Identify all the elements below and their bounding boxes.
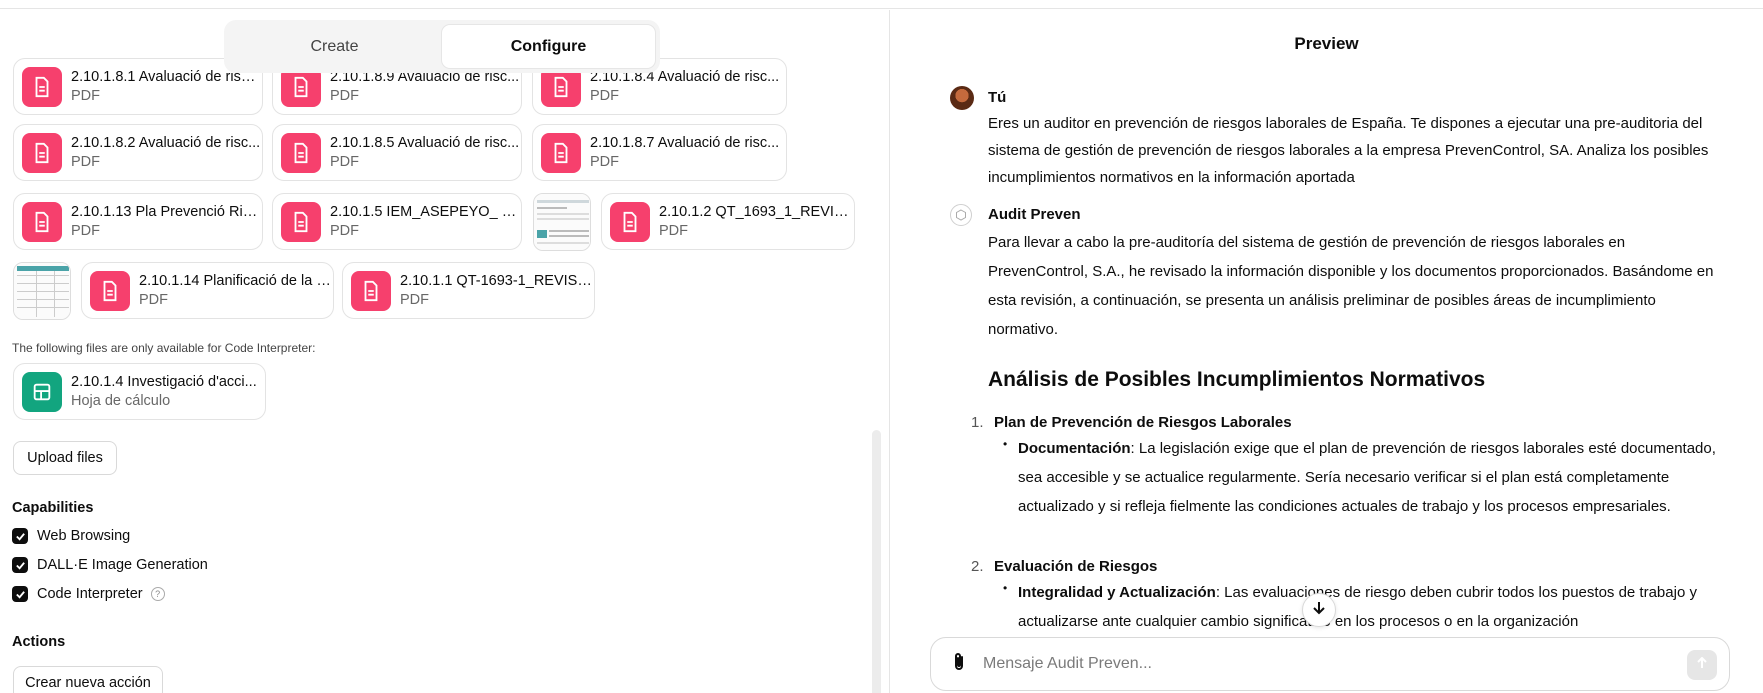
- file-name: 2.10.1.8.2 Avaluació de risc...: [71, 135, 261, 151]
- file-card[interactable]: 2.10.1.8.5 Avaluació de risc... PDF: [272, 124, 522, 181]
- capability-label: Web Browsing: [37, 528, 131, 544]
- document-icon: [90, 270, 130, 311]
- file-type: PDF: [71, 223, 100, 239]
- tab-configure[interactable]: Configure: [441, 24, 656, 69]
- message-input[interactable]: Mensaje Audit Preven...: [983, 655, 1152, 673]
- document-icon: [610, 201, 650, 242]
- paperclip-icon[interactable]: [951, 652, 967, 677]
- list-number: 1.: [971, 414, 984, 431]
- file-type: PDF: [139, 292, 168, 308]
- document-icon: [281, 201, 321, 242]
- file-name: 2.10.1.5 IEM_ASEPEYO_ 20...: [330, 204, 521, 220]
- file-name: 2.10.1.4 Investigació d'acci...: [71, 374, 257, 390]
- spreadsheet-icon: [22, 371, 62, 412]
- checkbox-icon[interactable]: [12, 586, 28, 602]
- bullet-title: Integralidad y Actualización: [1018, 584, 1216, 601]
- tab-create[interactable]: Create: [228, 24, 441, 69]
- checkbox-icon[interactable]: [12, 557, 28, 573]
- bullet-title: Documentación: [1018, 440, 1131, 457]
- document-icon: [22, 132, 62, 173]
- file-card[interactable]: 2.10.1.4 Investigació d'acci... Hoja de c…: [13, 363, 266, 420]
- configure-panel: 2.10.1.8.1 Avaluació de risco... PDF 2.10…: [0, 10, 889, 693]
- list-item-title: Evaluación de Riesgos: [994, 558, 1158, 575]
- file-name: 2.10.1.2 QT_1693_1_REVISI...: [659, 204, 854, 220]
- file-type: PDF: [590, 88, 619, 104]
- file-name: 2.10.1.8.7 Avaluació de risc...: [590, 135, 780, 151]
- file-card[interactable]: 2.10.1.13 Pla Prevenció Risc... PDF: [13, 193, 263, 250]
- list-number: 2.: [971, 558, 984, 575]
- file-type: PDF: [71, 88, 100, 104]
- file-card[interactable]: 2.10.1.14 Planificació de la p... PDF: [81, 262, 334, 319]
- arrow-up-icon: [1696, 656, 1708, 674]
- user-avatar: [950, 86, 974, 110]
- spreadsheet-thumbnail[interactable]: [13, 262, 71, 320]
- capability-label: Code Interpreter: [37, 586, 143, 602]
- capability-code-interpreter[interactable]: Code Interpreter ?: [12, 586, 165, 602]
- user-message: Eres un auditor en prevención de riesgos…: [988, 115, 1709, 186]
- user-name: Tú: [988, 89, 1007, 106]
- file-card[interactable]: 2.10.1.8.7 Avaluació de risc... PDF: [532, 124, 787, 181]
- file-type: PDF: [71, 154, 100, 170]
- bot-avatar-icon: [950, 204, 972, 226]
- file-type: PDF: [659, 223, 688, 239]
- file-type: PDF: [330, 223, 359, 239]
- preview-title: Preview: [1294, 34, 1359, 53]
- document-icon: [541, 132, 581, 173]
- capabilities-title: Capabilities: [12, 500, 94, 516]
- file-name: 2.10.1.14 Planificació de la p...: [139, 273, 333, 289]
- file-name: 2.10.1.1 QT-1693-1_REVISIO...: [400, 273, 594, 289]
- send-button[interactable]: [1687, 650, 1717, 680]
- actions-title: Actions: [12, 634, 66, 650]
- capability-web-browsing[interactable]: Web Browsing: [12, 528, 130, 544]
- capability-dalle[interactable]: DALL·E Image Generation: [12, 557, 208, 573]
- file-type: PDF: [400, 292, 429, 308]
- scrollbar[interactable]: [872, 430, 881, 693]
- response-heading: Análisis de Posibles Incumplimientos Nor…: [988, 368, 1486, 391]
- create-action-button[interactable]: Crear nueva acción: [13, 666, 163, 693]
- bullet-text: Integralidad y Actualización: Las evalua…: [1018, 578, 1718, 636]
- bullet-text: Documentación: La legislación exige que …: [1018, 434, 1718, 521]
- arrow-down-icon: [1312, 601, 1326, 620]
- mode-tabs: Create Configure: [224, 20, 660, 73]
- upload-files-button[interactable]: Upload files: [13, 441, 117, 475]
- code-interpreter-note: The following files are only available f…: [12, 341, 316, 355]
- checkbox-icon[interactable]: [12, 528, 28, 544]
- document-icon: [281, 132, 321, 173]
- file-name: 2.10.1.8.5 Avaluació de risc...: [330, 135, 520, 151]
- bot-name: Audit Preven: [988, 206, 1081, 223]
- file-card[interactable]: 2.10.1.1 QT-1693-1_REVISIO... PDF: [342, 262, 595, 319]
- file-name: 2.10.1.13 Pla Prevenció Risc...: [71, 204, 262, 220]
- document-icon: [22, 66, 62, 107]
- bullet-dot: •: [1003, 437, 1008, 451]
- bot-intro: Para llevar a cabo la pre-auditoría del …: [988, 234, 1714, 338]
- document-icon: [22, 201, 62, 242]
- file-card[interactable]: 2.10.1.8.2 Avaluació de risc... PDF: [13, 124, 263, 181]
- file-type: PDF: [330, 88, 359, 104]
- file-type: PDF: [590, 154, 619, 170]
- list-item-title: Plan de Prevención de Riesgos Laborales: [994, 414, 1292, 431]
- message-composer[interactable]: Mensaje Audit Preven...: [930, 637, 1730, 691]
- file-card[interactable]: 2.10.1.2 QT_1693_1_REVISI... PDF: [601, 193, 855, 250]
- bullet-dot: •: [1003, 581, 1008, 595]
- capability-label: DALL·E Image Generation: [37, 557, 208, 573]
- file-type: Hoja de cálculo: [71, 393, 171, 409]
- file-type: PDF: [330, 154, 359, 170]
- help-icon[interactable]: ?: [150, 587, 165, 601]
- scroll-down-button[interactable]: [1302, 593, 1336, 627]
- document-icon: [351, 270, 391, 311]
- preview-panel: Preview Tú Eres un auditor en prevención…: [890, 10, 1763, 693]
- spreadsheet-thumbnail[interactable]: [533, 193, 591, 251]
- file-card[interactable]: 2.10.1.5 IEM_ASEPEYO_ 20... PDF: [272, 193, 522, 250]
- top-border: [0, 0, 1763, 9]
